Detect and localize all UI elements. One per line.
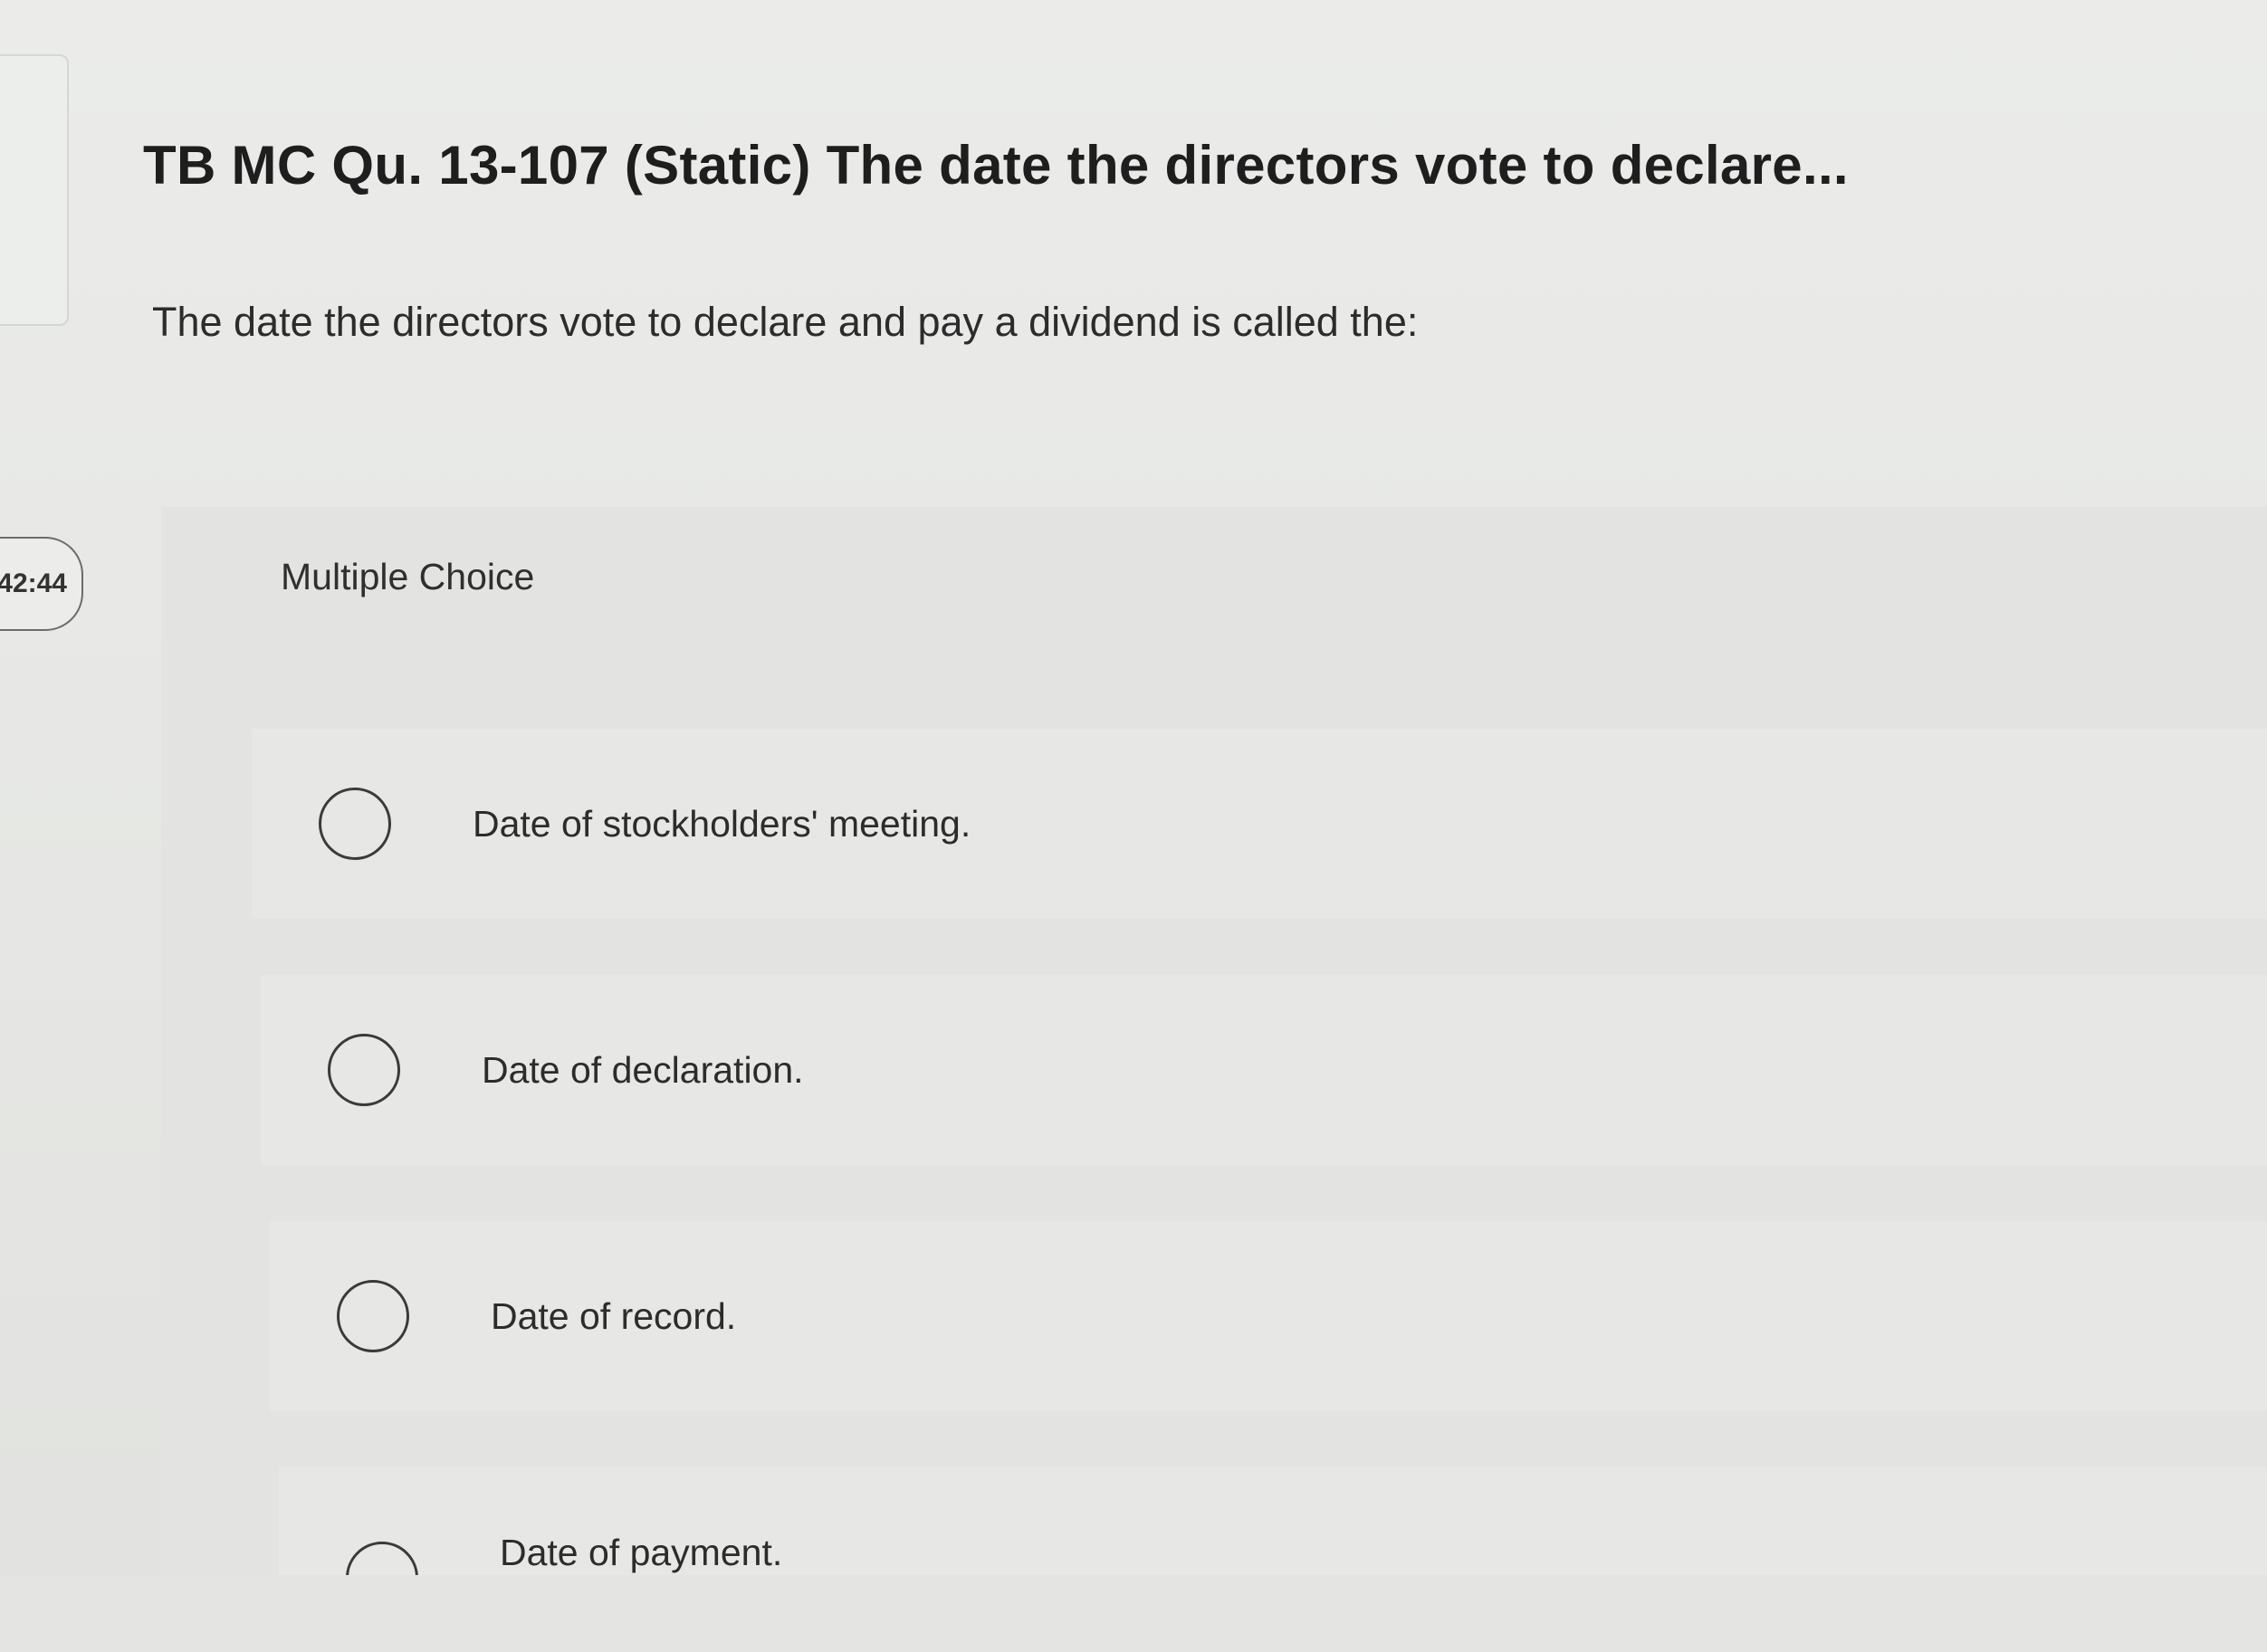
bottom-edge <box>0 1575 2267 1652</box>
multiple-choice-panel: Multiple Choice Date of stockholders' me… <box>161 507 2267 1576</box>
radio-button[interactable] <box>337 1280 409 1352</box>
choice-type-label: Multiple Choice <box>281 556 535 597</box>
question-prompt: The date the directors vote to declare a… <box>152 299 1419 345</box>
option-record[interactable]: Date of record. <box>270 1221 2267 1411</box>
option-label: Date of declaration. <box>482 1048 804 1091</box>
choice-header: Multiple Choice <box>161 507 2267 652</box>
question-title: TB MC Qu. 13-107 (Static) The date the d… <box>143 135 1849 196</box>
option-payment[interactable]: Date of payment. <box>279 1467 2267 1576</box>
radio-button[interactable] <box>346 1542 418 1576</box>
radio-button[interactable] <box>319 788 391 860</box>
option-declaration[interactable]: Date of declaration. <box>261 975 2267 1165</box>
option-label: Date of record. <box>491 1294 737 1337</box>
quiz-page: 42:44 TB MC Qu. 13-107 (Static) The date… <box>0 0 2267 1652</box>
radio-button[interactable] <box>328 1034 400 1106</box>
side-panel-card <box>0 54 69 326</box>
options-list: Date of stockholders' meeting. Date of d… <box>252 729 2267 1632</box>
timer-text: 42:44 <box>0 568 67 598</box>
option-label: Date of payment. <box>500 1532 783 1573</box>
option-label: Date of stockholders' meeting. <box>473 802 971 845</box>
timer-badge[interactable]: 42:44 <box>0 537 83 631</box>
option-stockholders-meeting[interactable]: Date of stockholders' meeting. <box>252 729 2267 919</box>
